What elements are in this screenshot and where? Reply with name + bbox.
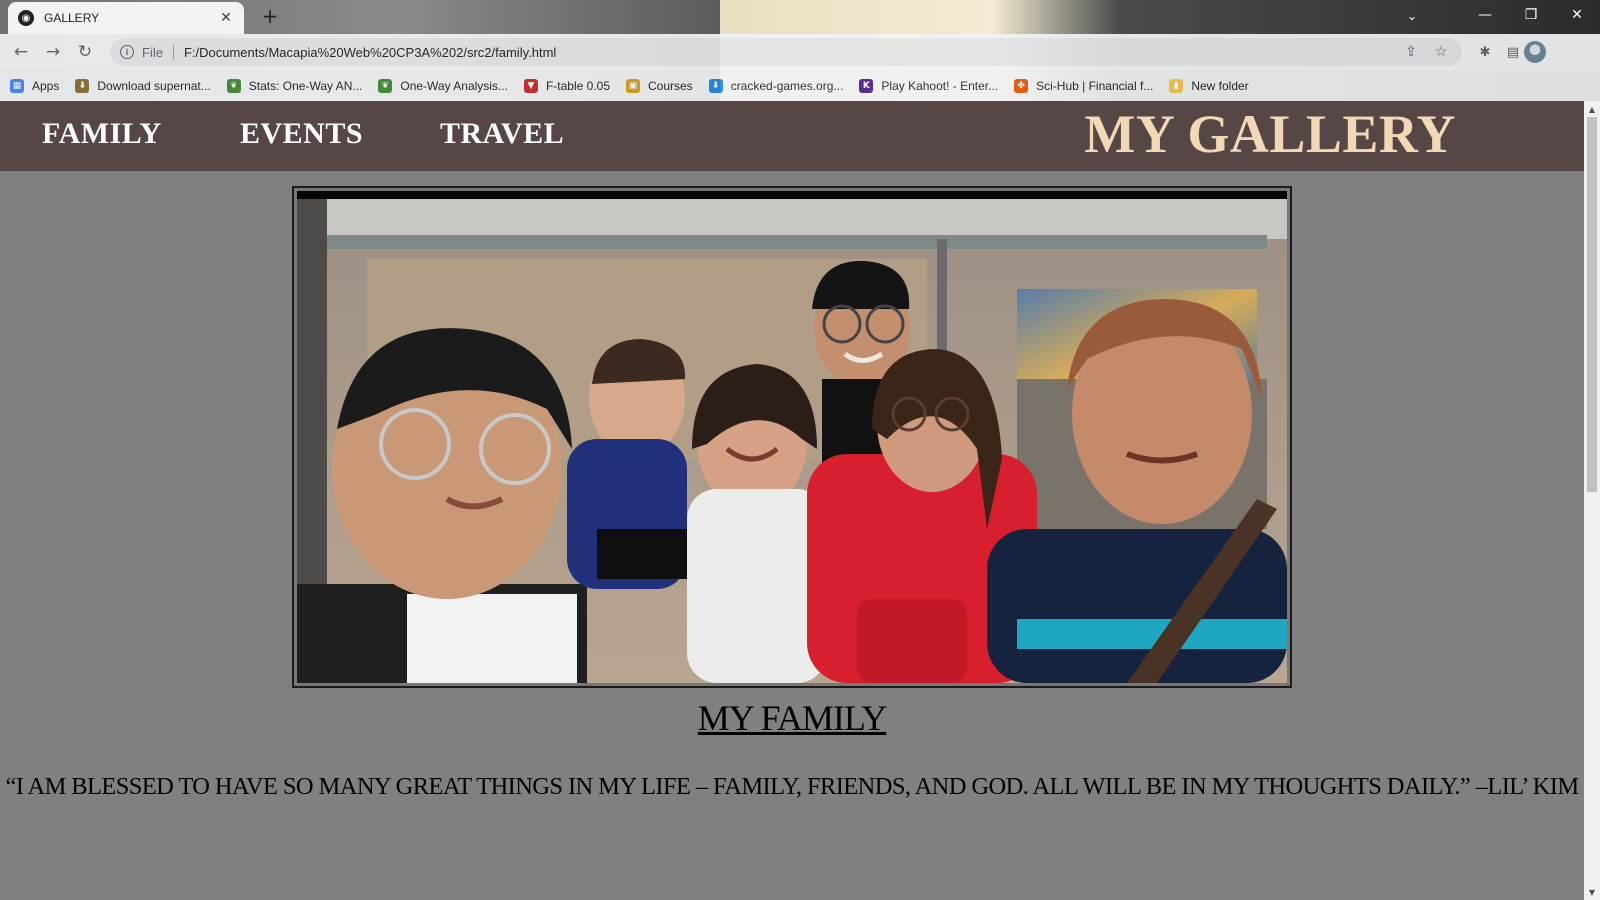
bookmark-item[interactable]: ▦ Apps	[10, 78, 60, 93]
family-quote: “I AM BLESSED TO HAVE SO MANY GREAT THIN…	[5, 773, 1579, 800]
kahoot-icon: K	[859, 78, 874, 93]
nav-link-travel[interactable]: TRAVEL	[440, 117, 564, 151]
new-tab-button[interactable]: +	[258, 4, 282, 28]
family-photo	[297, 191, 1287, 683]
address-bar[interactable]: i File F:/Documents/Macapia%20Web%20CP3A…	[110, 38, 1462, 66]
bookmark-item[interactable]: ⬇ Download supernat...	[75, 78, 211, 93]
bookmark-item[interactable]: ▣ Courses	[626, 78, 693, 93]
folder-icon: ▮	[1169, 78, 1184, 93]
back-button[interactable]: ←	[8, 39, 34, 65]
bookmark-label: One-Way Analysis...	[400, 78, 508, 93]
bookmark-label: Stats: One-Way AN...	[248, 78, 363, 93]
bookmark-item[interactable]: ❦ One-Way Analysis...	[378, 78, 508, 93]
scrollbar-thumb[interactable]	[1587, 117, 1597, 492]
reload-button[interactable]: ↻	[72, 39, 98, 65]
tab-title: GALLERY	[44, 11, 100, 25]
browser-tab[interactable]: ◉ GALLERY ✕	[8, 2, 244, 34]
courses-icon: ▣	[626, 78, 640, 93]
close-window-button[interactable]: ✕	[1554, 0, 1600, 30]
site-info-icon[interactable]: i	[120, 45, 134, 59]
apps-grid-icon: ▦	[10, 78, 24, 93]
scheme-label: File	[142, 44, 174, 60]
bookmark-label: F-table 0.05	[545, 78, 610, 93]
bookmark-item[interactable]: ▼ F-table 0.05	[523, 78, 610, 93]
bookmark-item[interactable]: ✤ Sci-Hub | Financial f...	[1014, 78, 1154, 93]
family-photo-illustration	[297, 199, 1287, 683]
bookmark-item[interactable]: ❦ Stats: One-Way AN...	[226, 78, 363, 93]
bookmark-label: Play Kahoot! - Enter...	[881, 78, 999, 93]
browser-chrome: ◉ GALLERY ✕ + ⌄ — ❐ ✕ ← → ↻ i File F:/Do…	[0, 0, 1600, 101]
bookmark-label: New folder	[1191, 78, 1249, 93]
tab-strip: ◉ GALLERY ✕ + ⌄ — ❐ ✕	[0, 0, 1600, 34]
page-viewport: FAMILY EVENTS TRAVEL MY GALLERY MY FAMIL…	[0, 101, 1584, 900]
download-arrow-icon: ⬇	[708, 78, 723, 93]
nav-link-events[interactable]: EVENTS	[240, 117, 363, 151]
forward-button[interactable]: →	[40, 39, 66, 65]
close-tab-icon[interactable]: ✕	[218, 10, 234, 26]
raven-icon: ✤	[1014, 78, 1029, 93]
bookmark-item[interactable]: ⬇ cracked-games.org...	[708, 78, 844, 93]
leaf-icon: ❦	[378, 78, 393, 93]
globe-icon: ◉	[18, 10, 34, 26]
download-badge-icon: ⬇	[75, 78, 90, 93]
vertical-scrollbar[interactable]: ▲ ▼	[1584, 101, 1600, 900]
bookmark-star-icon[interactable]: ☆	[1430, 41, 1452, 63]
bookmark-label: Sci-Hub | Financial f...	[1036, 78, 1154, 93]
profile-avatar[interactable]	[1524, 41, 1546, 63]
minimize-button[interactable]: —	[1462, 0, 1508, 30]
url-text[interactable]: F:/Documents/Macapia%20Web%20CP3A%202/sr…	[184, 45, 1392, 60]
site-title: MY GALLERY	[1084, 104, 1456, 164]
restore-button[interactable]: ❐	[1508, 0, 1554, 30]
shield-logo-icon: ▼	[523, 78, 538, 93]
reading-list-icon[interactable]: ▤	[1502, 41, 1524, 63]
photo-frame	[292, 186, 1292, 688]
site-navigation: FAMILY EVENTS TRAVEL MY GALLERY	[0, 101, 1584, 171]
browser-toolbar: ← → ↻ i File F:/Documents/Macapia%20Web%…	[0, 34, 1600, 70]
share-icon[interactable]: ⇪	[1400, 41, 1422, 63]
bookmark-item[interactable]: ▮ New folder	[1169, 78, 1249, 93]
bookmark-item[interactable]: K Play Kahoot! - Enter...	[859, 78, 999, 93]
extensions-puzzle-icon[interactable]: ✱	[1474, 41, 1496, 63]
bookmark-label: cracked-games.org...	[730, 78, 844, 93]
window-controls: — ❐ ✕	[1462, 0, 1600, 30]
scroll-down-icon[interactable]: ▼	[1584, 884, 1600, 900]
bookmark-label: Download supernat...	[97, 78, 211, 93]
page-heading: MY FAMILY	[697, 698, 887, 738]
bookmark-label: Apps	[32, 78, 60, 93]
bookmark-label: Courses	[648, 78, 693, 93]
leaf-icon: ❦	[226, 78, 241, 93]
bookmarks-bar: ▦ Apps ⬇ Download supernat... ❦ Stats: One-Wa…	[0, 70, 1600, 101]
nav-link-family[interactable]: FAMILY	[42, 117, 162, 151]
scroll-up-icon[interactable]: ▲	[1584, 101, 1600, 117]
tab-search-icon[interactable]: ⌄	[1400, 4, 1424, 28]
